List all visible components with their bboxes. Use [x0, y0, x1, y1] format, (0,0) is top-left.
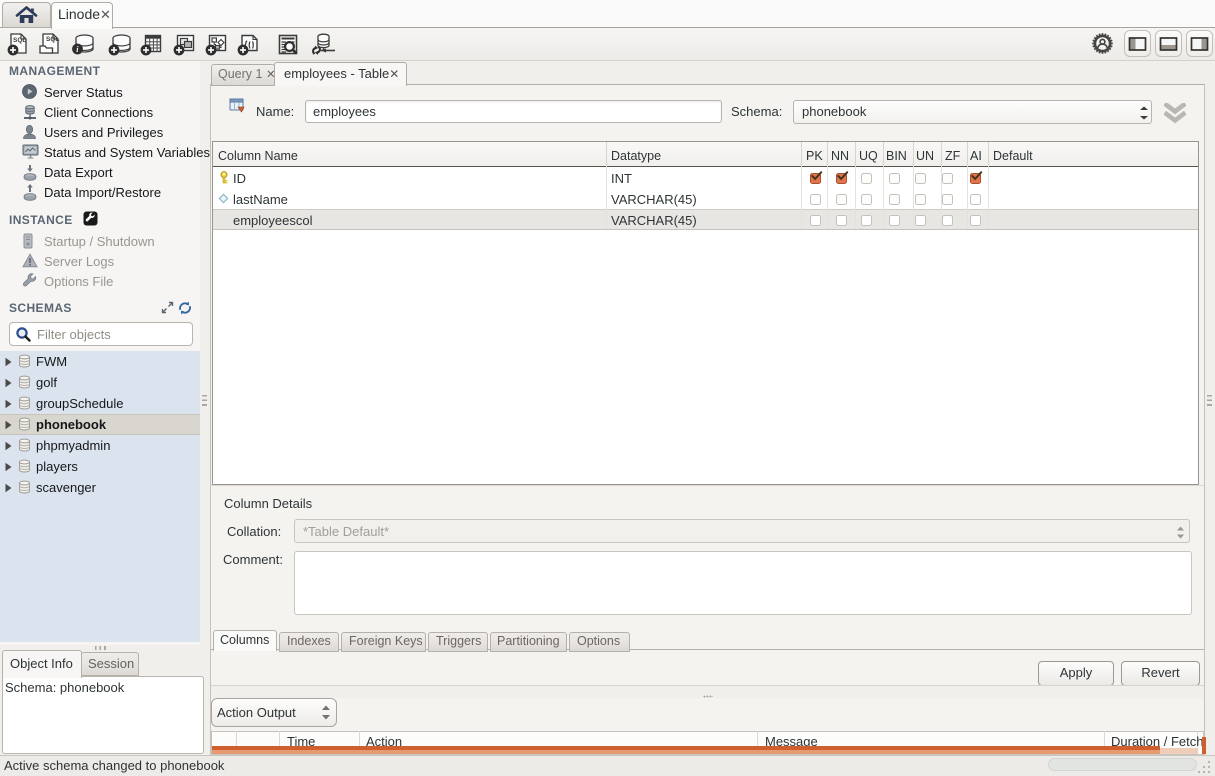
svg-text:SQL: SQL	[13, 37, 26, 44]
svg-text:SQL: SQL	[46, 36, 59, 43]
